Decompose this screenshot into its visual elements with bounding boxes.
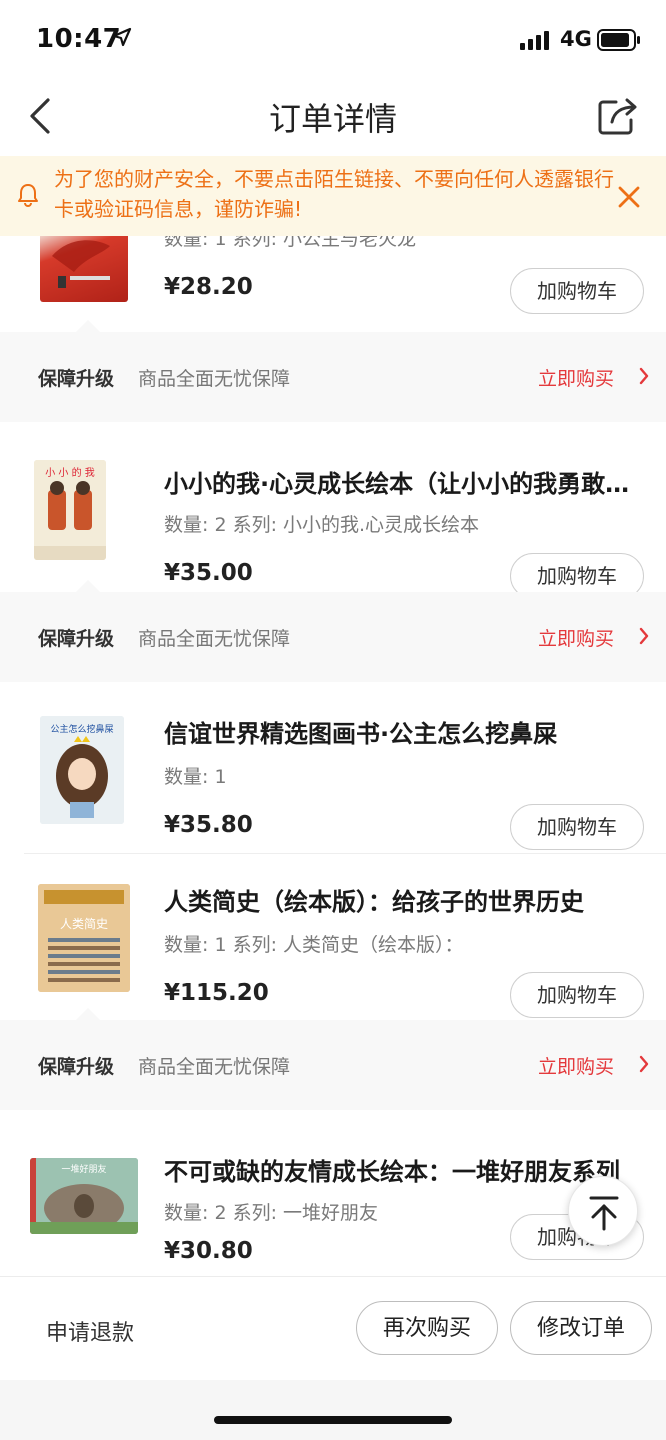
order-action-bar: 申请退款 再次购买 修改订单 <box>0 1276 666 1380</box>
rebuy-button[interactable]: 再次购买 <box>356 1301 498 1355</box>
product-title[interactable]: 不可或缺的友情成长绘本：一堆好朋友系列 <box>164 1152 636 1187</box>
arrow-up-icon <box>589 1196 619 1231</box>
guarantee-label: 保障升级 <box>38 368 115 390</box>
product-price: ¥28.20 <box>164 274 253 300</box>
security-notice: 为了您的财产安全，不要点击陌生链接、不要向任何人透露银行卡或验证码信息，谨防诈骗… <box>0 156 666 236</box>
product-price: ¥35.00 <box>164 560 253 586</box>
guarantee-upgrade-bar[interactable]: 保障升级 商品全面无忧保障 立即购买 <box>0 1008 666 1110</box>
network-type: 4G <box>560 27 592 51</box>
share-icon[interactable] <box>596 96 640 136</box>
guarantee-label: 保障升级 <box>38 628 115 650</box>
cover-illustration: 一堆好朋友 <box>30 1158 138 1234</box>
product-cover-image[interactable]: 一堆好朋友 <box>30 1158 138 1234</box>
product-price: ¥30.80 <box>164 1238 253 1264</box>
buy-now-link[interactable]: 立即购买 <box>538 624 614 651</box>
product-meta: 数量: 1 系列: 人类简史（绘本版）： <box>164 934 464 956</box>
buy-now-link[interactable]: 立即购买 <box>538 1052 614 1079</box>
product-price: ¥115.20 <box>164 980 269 1006</box>
svg-text:人类简史: 人类简史 <box>60 917 108 931</box>
order-items-list[interactable]: 数量: 1 系列: 小公主与老火龙 ¥28.20 加购物车 保障升级 商品全面无… <box>0 236 666 1276</box>
svg-text:小 小 的 我: 小 小 的 我 <box>45 466 95 479</box>
guarantee-upgrade-bar[interactable]: 保障升级 商品全面无忧保障 立即购买 <box>0 320 666 422</box>
nav-header: 订单详情 <box>0 80 666 156</box>
product-title[interactable]: 小小的我·心灵成长绘本（让小小的我勇敢地面对成长） <box>164 464 636 499</box>
product-item: 人类简史 人类简史（绘本版）：给孩子的世界历史 数量: 1 系列: 人类简史（绘… <box>0 854 666 1020</box>
location-arrow-icon <box>112 27 132 47</box>
home-indicator[interactable] <box>214 1416 452 1424</box>
close-icon[interactable] <box>614 182 644 212</box>
caret-decoration <box>76 320 100 332</box>
cover-illustration: 公主怎么挖鼻屎 <box>40 716 124 824</box>
product-meta: 数量: 1 <box>164 766 227 788</box>
back-to-top-button[interactable] <box>568 1176 638 1246</box>
home-indicator-area <box>0 1380 666 1440</box>
guarantee-desc: 商品全面无忧保障 <box>138 628 291 650</box>
status-time: 10:47 <box>36 24 122 54</box>
signal-icon <box>520 31 549 50</box>
cover-illustration: 人类简史 <box>38 884 130 992</box>
chevron-right-icon[interactable] <box>638 1054 650 1074</box>
product-item: 一堆好朋友 不可或缺的友情成长绘本：一堆好朋友系列 数量: 2 系列: 一堆好朋… <box>0 1114 666 1276</box>
chevron-right-icon[interactable] <box>638 626 650 646</box>
caret-decoration <box>76 1008 100 1020</box>
product-item: 公主怎么挖鼻屎 信谊世界精选图画书·公主怎么挖鼻屎 数量: 1 ¥35.80 加… <box>0 686 666 852</box>
product-cover-image[interactable]: 小 小 的 我 <box>34 460 106 560</box>
product-price: ¥35.80 <box>164 812 253 838</box>
battery-icon <box>597 29 640 51</box>
page-title: 订单详情 <box>268 100 397 138</box>
add-to-cart-button[interactable]: 加购物车 <box>510 972 644 1018</box>
apply-refund-link[interactable]: 申请退款 <box>46 1315 134 1347</box>
guarantee-label: 保障升级 <box>38 1056 115 1078</box>
cover-illustration: 小 小 的 我 <box>34 460 106 560</box>
add-to-cart-button[interactable]: 加购物车 <box>510 268 644 314</box>
product-cover-image[interactable] <box>40 236 128 302</box>
product-title[interactable]: 信谊世界精选图画书·公主怎么挖鼻屎 <box>164 714 636 749</box>
modify-order-button[interactable]: 修改订单 <box>510 1301 652 1355</box>
product-cover-image[interactable]: 公主怎么挖鼻屎 <box>40 716 124 824</box>
product-meta: 数量: 1 系列: 小公主与老火龙 <box>164 236 417 250</box>
product-item: 小 小 的 我 小小的我·心灵成长绘本（让小小的我勇敢地面对成长） 数量: 2 … <box>0 426 666 599</box>
product-cover-image[interactable]: 人类简史 <box>38 884 130 992</box>
product-title[interactable]: 人类简史（绘本版）：给孩子的世界历史 <box>164 882 636 917</box>
guarantee-upgrade-bar[interactable]: 保障升级 商品全面无忧保障 立即购买 <box>0 580 666 682</box>
svg-text:公主怎么挖鼻屎: 公主怎么挖鼻屎 <box>50 723 113 735</box>
product-meta: 数量: 2 系列: 小小的我.心灵成长绘本 <box>164 514 480 536</box>
guarantee-desc: 商品全面无忧保障 <box>138 1056 291 1078</box>
caret-decoration <box>76 580 100 592</box>
dragon-illustration <box>52 240 110 288</box>
guarantee-desc: 商品全面无忧保障 <box>138 368 291 390</box>
add-to-cart-button[interactable]: 加购物车 <box>510 804 644 850</box>
svg-text:一堆好朋友: 一堆好朋友 <box>61 1163 106 1175</box>
status-bar: 10:47 4G <box>0 0 666 80</box>
bell-icon <box>18 184 38 207</box>
notice-text: 为了您的财产安全，不要点击陌生链接、不要向任何人透露银行卡或验证码信息，谨防诈骗… <box>54 167 614 221</box>
buy-now-link[interactable]: 立即购买 <box>538 364 614 391</box>
chevron-right-icon[interactable] <box>638 366 650 386</box>
